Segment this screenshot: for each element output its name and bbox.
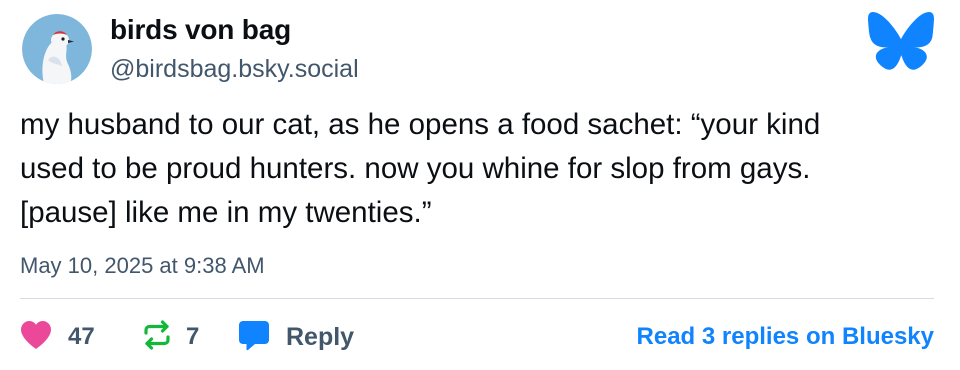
speech-bubble-icon bbox=[238, 319, 270, 356]
read-replies-link[interactable]: Read 3 replies on Bluesky bbox=[637, 318, 934, 356]
timestamp[interactable]: May 10, 2025 at 9:38 AM bbox=[20, 253, 265, 279]
repost-icon bbox=[142, 319, 172, 355]
handle[interactable]: @birdsbag.bsky.social bbox=[110, 55, 359, 84]
heart-icon bbox=[20, 320, 52, 355]
like-button[interactable]: 47 bbox=[20, 318, 95, 356]
reply-label: Reply bbox=[286, 322, 355, 351]
like-count: 47 bbox=[68, 323, 95, 350]
post-text: my husband to our cat, as he opens a foo… bbox=[20, 108, 821, 229]
repost-count: 7 bbox=[186, 323, 200, 350]
avatar[interactable] bbox=[22, 14, 92, 84]
bluesky-butterfly-icon[interactable] bbox=[868, 12, 934, 70]
repost-button[interactable]: 7 bbox=[142, 318, 199, 356]
reply-button[interactable]: Reply bbox=[238, 318, 354, 356]
post-card: birds von bag @birdsbag.bsky.social my h… bbox=[0, 0, 960, 370]
action-bar: 47 7 Reply Read 3 replies on Bluesky bbox=[20, 318, 934, 356]
display-name[interactable]: birds von bag bbox=[110, 14, 291, 46]
divider bbox=[20, 298, 934, 299]
